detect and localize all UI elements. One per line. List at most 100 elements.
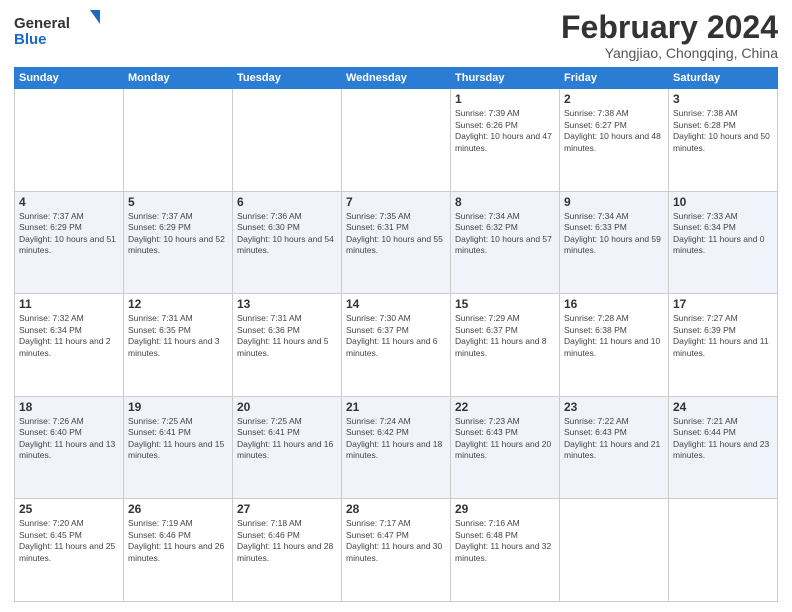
- day-number: 22: [455, 400, 555, 414]
- header: General Blue February 2024 Yangjiao, Cho…: [14, 10, 778, 61]
- table-row: 9Sunrise: 7:34 AM Sunset: 6:33 PM Daylig…: [560, 191, 669, 294]
- table-row: 26Sunrise: 7:19 AM Sunset: 6:46 PM Dayli…: [124, 499, 233, 602]
- day-info: Sunrise: 7:17 AM Sunset: 6:47 PM Dayligh…: [346, 518, 446, 564]
- table-row: 20Sunrise: 7:25 AM Sunset: 6:41 PM Dayli…: [233, 396, 342, 499]
- day-number: 28: [346, 502, 446, 516]
- logo: General Blue: [14, 10, 104, 50]
- day-info: Sunrise: 7:20 AM Sunset: 6:45 PM Dayligh…: [19, 518, 119, 564]
- table-row: 15 Sunrise: 7:29 AM Sunset: 6:37 PM Dayli…: [451, 294, 560, 397]
- day-info: Sunrise: 7:32 AM Sunset: 6:34 PM Dayligh…: [19, 313, 119, 359]
- day-number: 13: [237, 297, 337, 311]
- weekday-header-row: Sunday Monday Tuesday Wednesday Thursday…: [15, 68, 778, 89]
- day-number: 10: [673, 195, 773, 209]
- col-friday: Friday: [560, 68, 669, 89]
- table-row: 7Sunrise: 7:35 AM Sunset: 6:31 PM Daylig…: [342, 191, 451, 294]
- table-row: 1 Sunrise: 7:39 AM Sunset: 6:26 PM Daylig…: [451, 89, 560, 192]
- table-row: 11 Sunrise: 7:32 AM Sunset: 6:34 PM Dayli…: [15, 294, 124, 397]
- col-wednesday: Wednesday: [342, 68, 451, 89]
- col-thursday: Thursday: [451, 68, 560, 89]
- day-number: 23: [564, 400, 664, 414]
- day-info: Sunrise: 7:33 AM Sunset: 6:34 PM Dayligh…: [673, 211, 773, 257]
- day-info: Sunrise: 7:22 AM Sunset: 6:43 PM Dayligh…: [564, 416, 664, 462]
- day-number: 2: [564, 92, 664, 106]
- calendar-week-row: 18Sunrise: 7:26 AM Sunset: 6:40 PM Dayli…: [15, 396, 778, 499]
- table-row: 22 Sunrise: 7:23 AM Sunset: 6:43 PM Dayli…: [451, 396, 560, 499]
- day-info: Sunrise: 7:37 AM Sunset: 6:29 PM Dayligh…: [19, 211, 119, 257]
- day-info: Sunrise: 7:25 AM Sunset: 6:41 PM Dayligh…: [128, 416, 228, 462]
- day-number: 5: [128, 195, 228, 209]
- day-info: Sunrise: 7:28 AM Sunset: 6:38 PM Dayligh…: [564, 313, 664, 359]
- day-number: 16: [564, 297, 664, 311]
- day-info: Sunrise: 7:30 AM Sunset: 6:37 PM Dayligh…: [346, 313, 446, 359]
- day-number: 25: [19, 502, 119, 516]
- title-block: February 2024 Yangjiao, Chongqing, China: [561, 10, 778, 61]
- day-number: 19: [128, 400, 228, 414]
- day-number: 3: [673, 92, 773, 106]
- day-number: 17: [673, 297, 773, 311]
- svg-text:General: General: [14, 15, 70, 32]
- table-row: 6 Sunrise: 7:36 AM Sunset: 6:30 PM Daylig…: [233, 191, 342, 294]
- table-row: 24Sunrise: 7:21 AM Sunset: 6:44 PM Dayli…: [669, 396, 778, 499]
- day-number: 8: [455, 195, 555, 209]
- calendar-week-row: 4Sunrise: 7:37 AM Sunset: 6:29 PM Daylig…: [15, 191, 778, 294]
- table-row: [15, 89, 124, 192]
- day-number: 29: [455, 502, 555, 516]
- table-row: 13 Sunrise: 7:31 AM Sunset: 6:36 PM Dayli…: [233, 294, 342, 397]
- day-number: 11: [19, 297, 119, 311]
- table-row: 8 Sunrise: 7:34 AM Sunset: 6:32 PM Daylig…: [451, 191, 560, 294]
- day-info: Sunrise: 7:38 AM Sunset: 6:28 PM Dayligh…: [673, 108, 773, 154]
- col-monday: Monday: [124, 68, 233, 89]
- day-info: Sunrise: 7:37 AM Sunset: 6:29 PM Dayligh…: [128, 211, 228, 257]
- day-info: Sunrise: 7:31 AM Sunset: 6:35 PM Dayligh…: [128, 313, 228, 359]
- day-info: Sunrise: 7:36 AM Sunset: 6:30 PM Dayligh…: [237, 211, 337, 257]
- day-number: 24: [673, 400, 773, 414]
- day-number: 21: [346, 400, 446, 414]
- table-row: [342, 89, 451, 192]
- table-row: [560, 499, 669, 602]
- day-info: Sunrise: 7:18 AM Sunset: 6:46 PM Dayligh…: [237, 518, 337, 564]
- table-row: 28 Sunrise: 7:17 AM Sunset: 6:47 PM Dayli…: [342, 499, 451, 602]
- table-row: [124, 89, 233, 192]
- day-number: 26: [128, 502, 228, 516]
- day-number: 6: [237, 195, 337, 209]
- table-row: 12Sunrise: 7:31 AM Sunset: 6:35 PM Dayli…: [124, 294, 233, 397]
- day-info: Sunrise: 7:16 AM Sunset: 6:48 PM Dayligh…: [455, 518, 555, 564]
- day-number: 9: [564, 195, 664, 209]
- table-row: 27 Sunrise: 7:18 AM Sunset: 6:46 PM Dayli…: [233, 499, 342, 602]
- col-saturday: Saturday: [669, 68, 778, 89]
- day-info: Sunrise: 7:38 AM Sunset: 6:27 PM Dayligh…: [564, 108, 664, 154]
- title-month: February 2024: [561, 10, 778, 45]
- table-row: 3 Sunrise: 7:38 AM Sunset: 6:28 PM Daylig…: [669, 89, 778, 192]
- calendar-week-row: 1 Sunrise: 7:39 AM Sunset: 6:26 PM Daylig…: [15, 89, 778, 192]
- table-row: 5 Sunrise: 7:37 AM Sunset: 6:29 PM Daylig…: [124, 191, 233, 294]
- day-number: 14: [346, 297, 446, 311]
- table-row: 10 Sunrise: 7:33 AM Sunset: 6:34 PM Dayli…: [669, 191, 778, 294]
- day-info: Sunrise: 7:26 AM Sunset: 6:40 PM Dayligh…: [19, 416, 119, 462]
- table-row: 2 Sunrise: 7:38 AM Sunset: 6:27 PM Daylig…: [560, 89, 669, 192]
- table-row: [233, 89, 342, 192]
- table-row: 19 Sunrise: 7:25 AM Sunset: 6:41 PM Dayli…: [124, 396, 233, 499]
- day-info: Sunrise: 7:39 AM Sunset: 6:26 PM Dayligh…: [455, 108, 555, 154]
- day-info: Sunrise: 7:35 AM Sunset: 6:31 PM Dayligh…: [346, 211, 446, 257]
- svg-text:Blue: Blue: [14, 31, 47, 48]
- day-number: 1: [455, 92, 555, 106]
- day-info: Sunrise: 7:34 AM Sunset: 6:32 PM Dayligh…: [455, 211, 555, 257]
- table-row: 4Sunrise: 7:37 AM Sunset: 6:29 PM Daylig…: [15, 191, 124, 294]
- table-row: 16 Sunrise: 7:28 AM Sunset: 6:38 PM Dayli…: [560, 294, 669, 397]
- day-info: Sunrise: 7:29 AM Sunset: 6:37 PM Dayligh…: [455, 313, 555, 359]
- table-row: [669, 499, 778, 602]
- table-row: 29 Sunrise: 7:16 AM Sunset: 6:48 PM Dayli…: [451, 499, 560, 602]
- calendar-table: Sunday Monday Tuesday Wednesday Thursday…: [14, 67, 778, 602]
- day-info: Sunrise: 7:24 AM Sunset: 6:42 PM Dayligh…: [346, 416, 446, 462]
- calendar-week-row: 25 Sunrise: 7:20 AM Sunset: 6:45 PM Dayli…: [15, 499, 778, 602]
- day-info: Sunrise: 7:27 AM Sunset: 6:39 PM Dayligh…: [673, 313, 773, 359]
- day-info: Sunrise: 7:23 AM Sunset: 6:43 PM Dayligh…: [455, 416, 555, 462]
- calendar-week-row: 11 Sunrise: 7:32 AM Sunset: 6:34 PM Dayli…: [15, 294, 778, 397]
- day-number: 27: [237, 502, 337, 516]
- page: General Blue February 2024 Yangjiao, Cho…: [0, 0, 792, 612]
- table-row: 23 Sunrise: 7:22 AM Sunset: 6:43 PM Dayli…: [560, 396, 669, 499]
- day-info: Sunrise: 7:31 AM Sunset: 6:36 PM Dayligh…: [237, 313, 337, 359]
- title-location: Yangjiao, Chongqing, China: [561, 45, 778, 61]
- table-row: 18Sunrise: 7:26 AM Sunset: 6:40 PM Dayli…: [15, 396, 124, 499]
- day-number: 15: [455, 297, 555, 311]
